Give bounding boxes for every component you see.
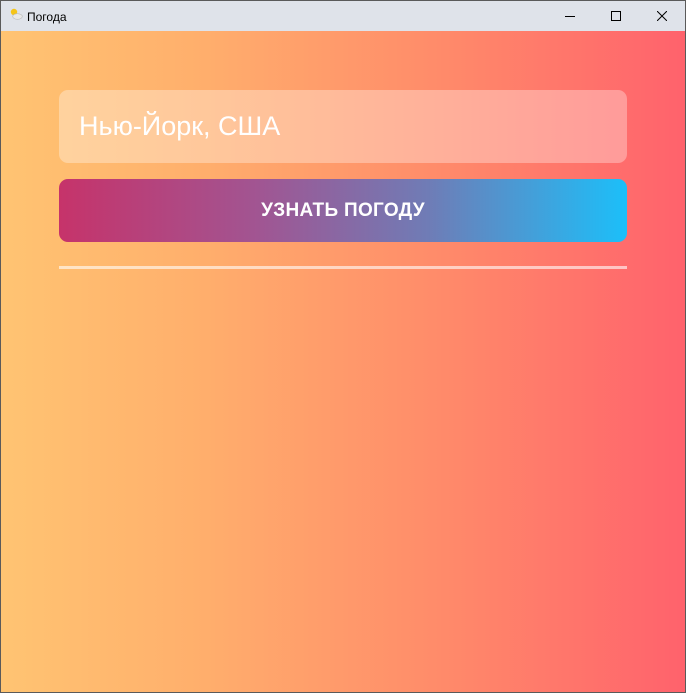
close-button[interactable] (639, 1, 685, 31)
get-weather-button[interactable]: УЗНАТЬ ПОГОДУ (59, 179, 627, 242)
city-input[interactable] (59, 90, 627, 163)
minimize-icon (565, 16, 575, 17)
sun-cloud-icon (10, 8, 23, 20)
maximize-button[interactable] (593, 1, 639, 31)
window-title: Погода (27, 10, 67, 24)
close-icon (657, 11, 667, 21)
minimize-button[interactable] (547, 1, 593, 31)
client-area: УЗНАТЬ ПОГОДУ (1, 31, 685, 692)
title-bar[interactable]: Погода (1, 1, 685, 31)
maximize-icon (611, 11, 621, 21)
app-window: Погода УЗНАТЬ ПОГОДУ (0, 0, 686, 693)
divider (59, 266, 627, 269)
